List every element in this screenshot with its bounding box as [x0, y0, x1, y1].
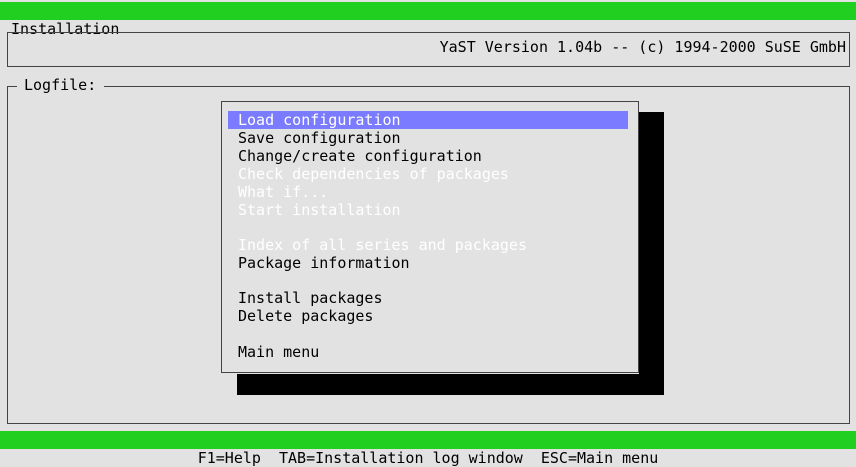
menu-item-index-series-packages: Index of all series and packages	[238, 236, 527, 254]
message-box	[7, 32, 850, 67]
menu-item-load-configuration[interactable]: Load configuration	[228, 111, 628, 129]
help-bar-text: F1=Help TAB=Installation log window ESC=…	[197, 449, 659, 467]
menu-item-main-menu[interactable]: Main menu	[228, 343, 319, 361]
menu-item-check-dependencies: Check dependencies of packages	[238, 165, 509, 183]
menu-shadow-right	[639, 112, 664, 395]
menu-item-package-information[interactable]: Package information	[228, 254, 410, 272]
title-bar: Installation YaST Version 1.04b -- (c) 1…	[0, 2, 856, 56]
menu-item-start-installation: Start installation	[238, 201, 401, 219]
menu-item-change-create-configuration[interactable]: Change/create configuration	[228, 147, 482, 165]
menu-item-delete-packages[interactable]: Delete packages	[228, 307, 373, 325]
help-bar: F1=Help TAB=Installation log window ESC=…	[0, 431, 856, 467]
menu-item-save-configuration[interactable]: Save configuration	[228, 129, 401, 147]
menu-item-what-if: What if...	[238, 183, 329, 201]
installation-menu: Load configuration Save configuration Ch…	[221, 101, 639, 373]
menu-item-install-packages[interactable]: Install packages	[228, 289, 383, 307]
menu-shadow-bottom	[237, 374, 664, 395]
logfile-label: Logfile:	[17, 75, 105, 95]
